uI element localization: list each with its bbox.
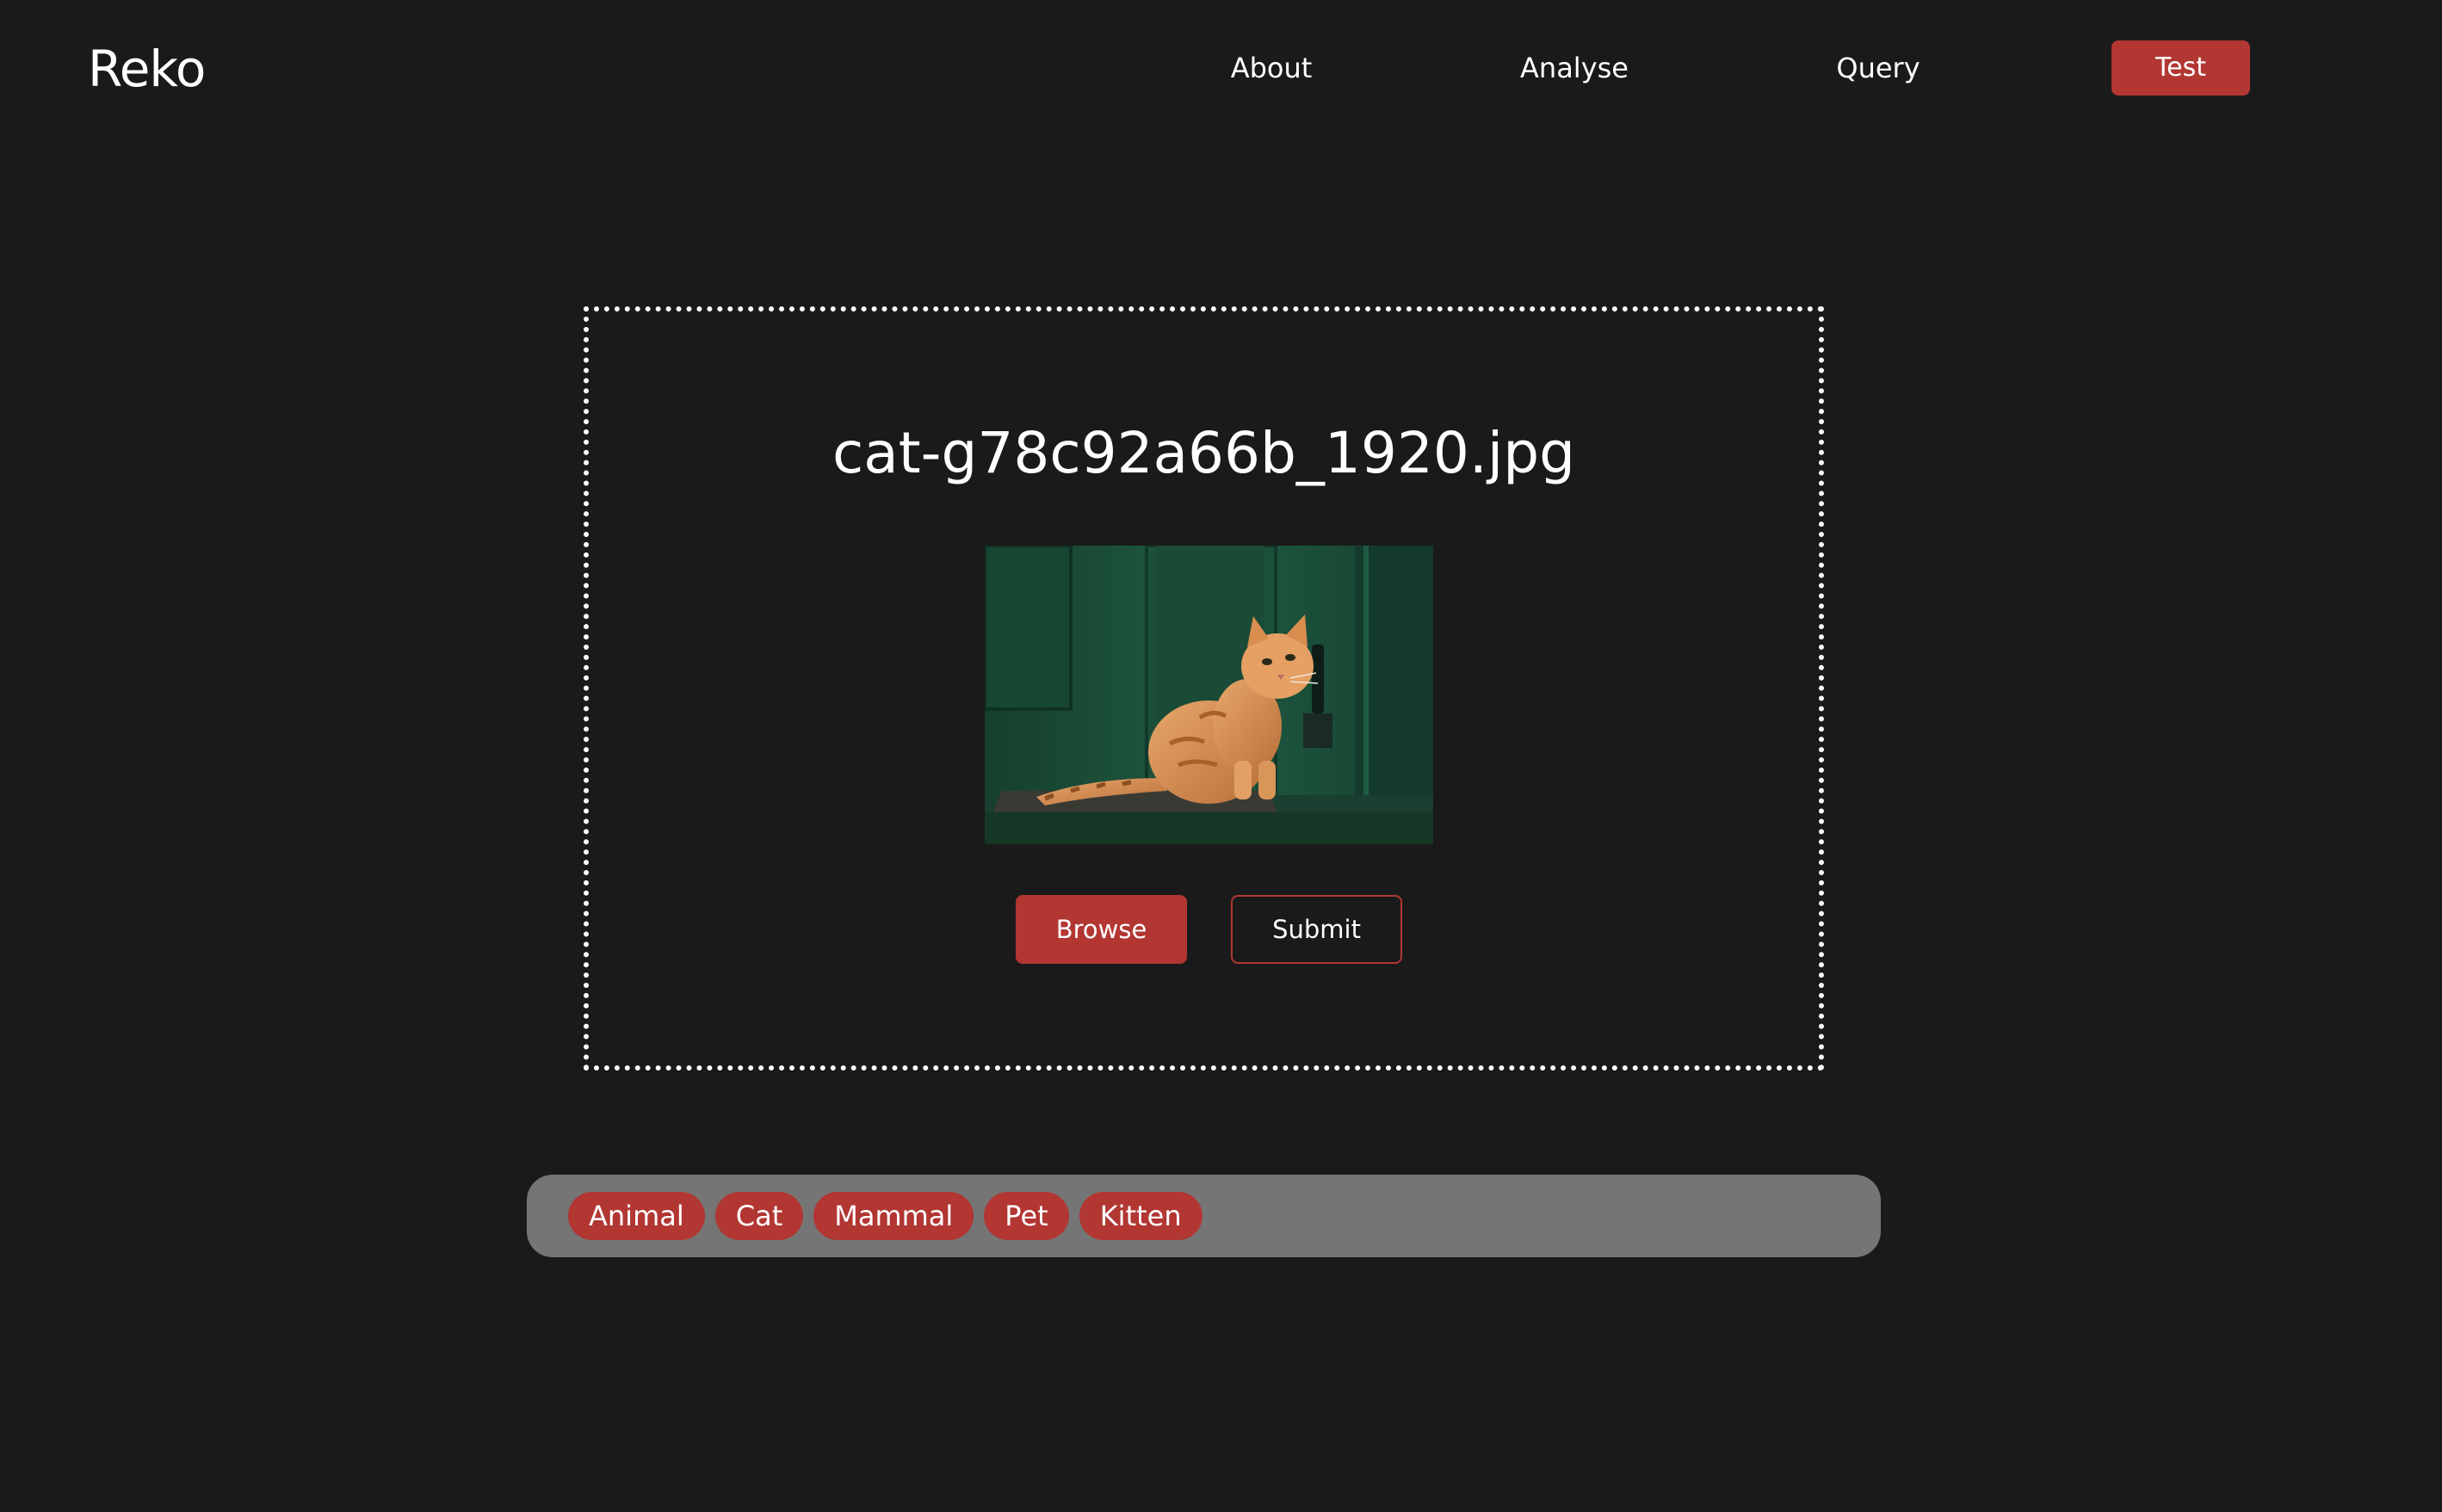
submit-button[interactable]: Submit xyxy=(1231,895,1402,964)
label-results-bar: Animal Cat Mammal Pet Kitten xyxy=(527,1175,1881,1257)
cat-photo-illustration xyxy=(985,546,1433,844)
brand-logo[interactable]: Reko xyxy=(88,34,206,103)
nav-about[interactable]: About xyxy=(1231,48,1313,88)
label-chip-cat: Cat xyxy=(714,1192,804,1240)
label-chip-pet: Pet xyxy=(984,1192,1069,1240)
cat-photo-image xyxy=(985,546,1433,844)
browse-button[interactable]: Browse xyxy=(1016,895,1187,964)
nav-analyse[interactable]: Analyse xyxy=(1520,48,1629,88)
upload-dropzone[interactable]: cat-g78c92a66b_1920.jpg Browse Submit xyxy=(584,306,1824,1071)
nav-test-button[interactable]: Test xyxy=(2111,40,2250,96)
nav-query[interactable]: Query xyxy=(1836,48,1920,88)
label-chip-mammal: Mammal xyxy=(813,1192,974,1240)
file-name: cat-g78c92a66b_1920.jpg xyxy=(832,420,1575,486)
label-chip-animal: Animal xyxy=(568,1192,705,1240)
label-chip-kitten: Kitten xyxy=(1079,1192,1202,1240)
